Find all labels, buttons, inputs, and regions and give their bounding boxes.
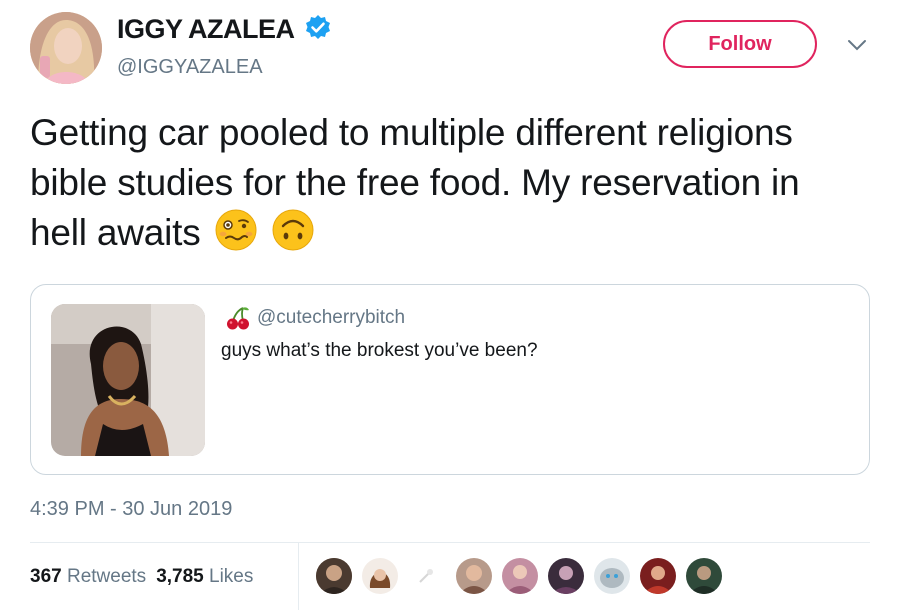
follow-button[interactable]: Follow [663,20,817,68]
display-name[interactable]: IGGY AZALEA [117,14,295,45]
tweet-text-body: Getting car pooled to multiple different… [30,112,800,253]
retweets-stat[interactable]: 367 Retweets [30,566,146,587]
upside-down-face-emoji-icon [272,209,314,251]
likes-stat[interactable]: 3,785 Likes [156,566,253,587]
profile-avatar[interactable] [30,12,102,84]
liker-avatar[interactable] [502,558,538,594]
liker-avatar[interactable] [548,558,584,594]
liker-avatar[interactable] [594,558,630,594]
divider [30,542,870,543]
user-handle[interactable]: @IGGYAZALEA [117,56,263,79]
quoted-tweet-handle[interactable]: @cutecherrybitch [257,307,405,329]
retweets-count: 367 [30,566,62,587]
woozy-face-emoji-icon [215,209,257,251]
quoted-tweet-text: guys what’s the brokest you’ve been? [221,340,538,361]
likes-label: Likes [209,566,254,587]
liker-avatar[interactable] [456,558,492,594]
chevron-down-icon[interactable] [846,38,868,52]
tweet-text: Getting car pooled to multiple different… [30,108,860,258]
cherries-emoji-icon [227,307,249,330]
likes-count: 3,785 [156,566,204,587]
verified-badge-icon [306,15,330,39]
liker-avatar[interactable] [640,558,676,594]
quoted-tweet-image[interactable] [51,304,205,456]
tweet-timestamp[interactable]: 4:39 PM - 30 Jun 2019 [30,498,232,521]
liker-avatar[interactable] [686,558,722,594]
retweets-label: Retweets [66,566,147,587]
tweet-stats: 367 Retweets 3,785 Likes [30,566,253,588]
stats-divider [298,543,299,610]
liker-avatar[interactable] [362,558,398,594]
liker-avatar[interactable] [316,558,352,594]
quoted-tweet-card[interactable]: @cutecherrybitch guys what’s the brokest… [30,284,870,475]
liker-avatar[interactable] [408,558,444,594]
